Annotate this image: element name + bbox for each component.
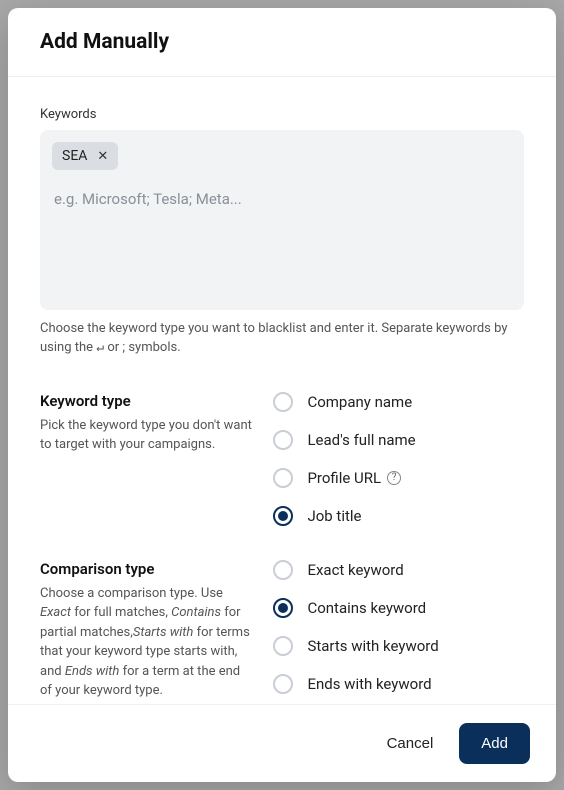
radio-profile-url[interactable]: Profile URL ? <box>273 468 524 488</box>
keyword-type-description: Pick the keyword type you don't want to … <box>40 416 253 455</box>
add-manually-modal: Add Manually Keywords SEA ✕ Choose the k… <box>8 8 556 782</box>
cancel-button[interactable]: Cancel <box>381 725 440 762</box>
radio-label: Job title <box>307 507 361 525</box>
radio-exact-keyword[interactable]: Exact keyword <box>273 560 524 580</box>
keyword-type-heading: Keyword type <box>40 392 253 410</box>
radio-icon <box>273 674 293 694</box>
radio-icon <box>273 392 293 412</box>
comparison-type-section: Comparison type Choose a comparison type… <box>40 560 524 701</box>
radio-label: Contains keyword <box>307 599 426 617</box>
modal-footer: Cancel Add <box>8 704 556 782</box>
radio-ends-with-keyword[interactable]: Ends with keyword <box>273 674 524 694</box>
radio-icon <box>273 598 293 618</box>
modal-header: Add Manually <box>8 8 556 77</box>
add-button[interactable]: Add <box>459 723 530 764</box>
comparison-type-description: Choose a comparison type. Use Exact for … <box>40 584 253 701</box>
keywords-box[interactable]: SEA ✕ <box>40 130 524 310</box>
radio-icon <box>273 636 293 656</box>
radio-job-title[interactable]: Job title <box>273 506 524 526</box>
radio-label: Exact keyword <box>307 561 403 579</box>
keyword-chip-text: SEA <box>62 148 87 164</box>
modal-title: Add Manually <box>40 30 524 54</box>
close-icon[interactable]: ✕ <box>97 150 108 163</box>
radio-icon <box>273 430 293 450</box>
keywords-input[interactable] <box>52 188 512 264</box>
comparison-type-heading: Comparison type <box>40 560 253 578</box>
radio-icon <box>273 468 293 488</box>
radio-leads-full-name[interactable]: Lead's full name <box>273 430 524 450</box>
comparison-type-options: Exact keyword Contains keyword Starts wi… <box>273 560 524 694</box>
radio-label: Starts with keyword <box>307 637 438 655</box>
help-icon[interactable]: ? <box>387 471 401 485</box>
radio-label: Ends with keyword <box>307 675 431 693</box>
radio-label: Company name <box>307 393 412 411</box>
radio-contains-keyword[interactable]: Contains keyword <box>273 598 524 618</box>
keyword-type-section: Keyword type Pick the keyword type you d… <box>40 392 524 526</box>
radio-icon <box>273 560 293 580</box>
radio-starts-with-keyword[interactable]: Starts with keyword <box>273 636 524 656</box>
radio-label: Lead's full name <box>307 431 415 449</box>
radio-company-name[interactable]: Company name <box>273 392 524 412</box>
return-icon: ↵ <box>96 340 104 355</box>
modal-body[interactable]: Keywords SEA ✕ Choose the keyword type y… <box>8 77 556 704</box>
keyword-type-options: Company name Lead's full name Profile UR… <box>273 392 524 526</box>
keyword-chip: SEA ✕ <box>52 142 118 170</box>
keywords-help: Choose the keyword type you want to blac… <box>40 320 524 358</box>
radio-label: Profile URL ? <box>307 469 401 487</box>
keywords-label: Keywords <box>40 107 524 122</box>
radio-icon <box>273 506 293 526</box>
